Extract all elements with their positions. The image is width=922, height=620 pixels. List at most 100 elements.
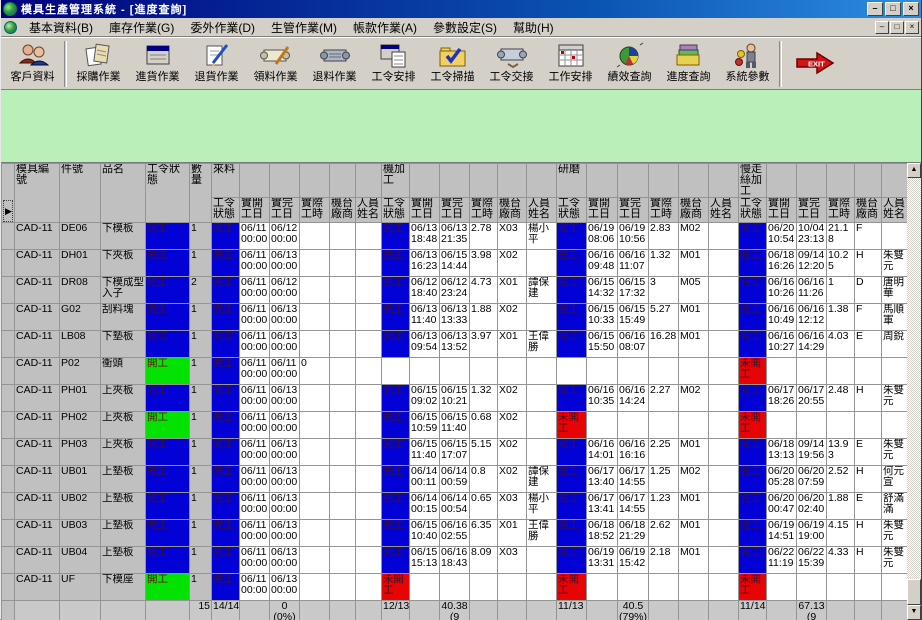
stage0-status-cell: 完工	[212, 358, 240, 385]
qty-cell: 1	[190, 385, 212, 412]
qty-cell: 1	[190, 412, 212, 439]
toolbar-button-progress-query[interactable]: 進度查詢	[659, 38, 718, 84]
stage3-machine-cell: F	[855, 304, 882, 331]
toolbar-button-workorder-handover[interactable]: 工令交接	[482, 38, 541, 84]
stage3-machine-cell	[855, 412, 882, 439]
grid-row-UB04[interactable]: CAD-11UB04上墊板完工1完工06/11 00:0006/13 00:00…	[2, 547, 910, 574]
toolbar-button-system-params[interactable]: 系統參數	[718, 38, 777, 84]
column-header-fixed-4: 數量	[190, 164, 212, 223]
stage0-start-cell: 06/11 00:00	[240, 358, 270, 385]
toolbar-button-exit[interactable]: EXIT	[784, 38, 848, 76]
scroll-up-arrow[interactable]: ▲	[907, 163, 921, 178]
grid-row-UB03[interactable]: CAD-11UB03上墊板完工1完工06/11 00:0006/13 00:00…	[2, 520, 910, 547]
group-header-spacer	[498, 164, 527, 198]
workorder-status-cell: 完工	[146, 439, 190, 466]
menu-item-2[interactable]: 委外作業(D)	[182, 17, 263, 38]
stage1-end-cell: 06/13 13:33	[440, 304, 470, 331]
summary-spacer	[767, 601, 797, 620]
close-button[interactable]: ×	[903, 2, 919, 16]
stage2-machine-cell: M02	[679, 385, 709, 412]
grid-row-P02[interactable]: CAD-11P02衝頭開工1完工06/11 00:0006/11 00:000未…	[2, 358, 910, 385]
grid-row-DE06[interactable]: CAD-11DE06下模板完工1完工06/11 00:0006/12 00:00…	[2, 223, 910, 250]
stage2-hours-cell: 2.18	[649, 547, 679, 574]
toolbar-button-customer-data[interactable]: 客戶資料	[3, 38, 62, 84]
grid-row-PH01[interactable]: CAD-11PH01上夾板完工1完工06/11 00:0006/13 00:00…	[2, 385, 910, 412]
menu-item-3[interactable]: 生管作業(M)	[263, 17, 345, 38]
mdi-close-button[interactable]: ×	[905, 21, 919, 34]
sub-header-g3-2: 實完工日	[797, 198, 827, 223]
stage1-hours-cell	[470, 574, 498, 601]
menu-item-4[interactable]: 帳款作業(A)	[345, 17, 425, 38]
stage2-status-cell	[557, 358, 587, 385]
stage3-end-cell: 10/04 23:13	[797, 223, 827, 250]
stage2-end-cell: 06/19 15:42	[618, 547, 649, 574]
stage2-person-cell	[709, 520, 739, 547]
scroll-down-arrow[interactable]: ▼	[907, 605, 921, 620]
mold-no-cell: CAD-11	[15, 574, 60, 601]
stage3-person-cell: 周銳	[882, 331, 910, 358]
menu-item-6[interactable]: 幫助(H)	[505, 17, 562, 38]
stage0-start-cell: 06/11 00:00	[240, 493, 270, 520]
maximize-button[interactable]: □	[885, 2, 901, 16]
grid-row-PH02[interactable]: CAD-11PH02上夾板開工1完工06/11 00:0006/13 00:00…	[2, 412, 910, 439]
toolbar-button-performance-query[interactable]: 績效查詢	[600, 38, 659, 84]
stage0-status-cell: 完工	[212, 412, 240, 439]
customer-data-icon	[17, 41, 49, 71]
menu-item-1[interactable]: 庫存作業(G)	[101, 17, 182, 38]
summary-stage3-count: 11/14	[739, 601, 767, 620]
grid-row-UB01[interactable]: CAD-11UB01上墊板完工1完工06/11 00:0006/13 00:00…	[2, 466, 910, 493]
column-header-fixed-0: 模具編號	[15, 164, 60, 223]
stage3-end-cell	[797, 358, 827, 385]
stage3-person-cell: 朱雙元	[882, 547, 910, 574]
stage3-hours-cell: 1.38	[827, 304, 855, 331]
stage0-end-cell: 06/11 00:00	[270, 358, 300, 385]
stage2-hours-cell: 2.25	[649, 439, 679, 466]
stage1-end-cell	[440, 358, 470, 385]
minimize-button[interactable]: –	[867, 2, 883, 16]
workorder-status-cell: 完工	[146, 223, 190, 250]
stage3-person-cell	[882, 358, 910, 385]
toolbar-button-purchase-ops[interactable]: 採購作業	[69, 38, 128, 84]
stage2-end-cell: 06/18 21:29	[618, 520, 649, 547]
toolbar-button-material-return-ops[interactable]: 退料作業	[305, 38, 364, 84]
stage1-person-cell	[527, 574, 557, 601]
sub-header-g0-4: 機台廠商	[330, 198, 356, 223]
toolbar-button-receiving-ops[interactable]: 進貨作業	[128, 38, 187, 84]
toolbar-button-workorder-scan[interactable]: 工令掃描	[423, 38, 482, 84]
toolbar-button-goods-return-ops[interactable]: 退貨作業	[187, 38, 246, 84]
stage2-hours-cell: 2.62	[649, 520, 679, 547]
row-selector	[2, 439, 15, 466]
menu-item-0[interactable]: 基本資料(B)	[21, 17, 101, 38]
stage2-start-cell	[587, 358, 618, 385]
grid-row-G02[interactable]: CAD-11G02刮料塊完工1完工06/11 00:0006/13 00:00完…	[2, 304, 910, 331]
toolbar-button-workorder-arrange[interactable]: 工令安排	[364, 38, 423, 84]
column-header-fixed-1: 件號	[60, 164, 101, 223]
menu-item-5[interactable]: 參數設定(S)	[425, 17, 505, 38]
mold-no-cell: CAD-11	[15, 439, 60, 466]
application-window: 模具生產管理系統 - [進度查詢] – □ × 基本資料(B)庫存作業(G)委外…	[0, 0, 922, 620]
grid-row-UF[interactable]: CAD-11UF下模座開工1完工06/11 00:0006/13 00:00未開…	[2, 574, 910, 601]
group-header-0: 來料	[212, 164, 240, 198]
grid-row-DR08[interactable]: CAD-11DR08下模成型入子完工2完工06/11 00:0006/12 00…	[2, 277, 910, 304]
part-no-cell: P02	[60, 358, 101, 385]
grid-row-DH01[interactable]: CAD-11DH01下夾板完工1完工06/11 00:0006/13 00:00…	[2, 250, 910, 277]
grid-row-UB02[interactable]: CAD-11UB02上墊板完工1完工06/11 00:0006/13 00:00…	[2, 493, 910, 520]
scrollbar-thumb[interactable]	[907, 579, 921, 605]
part-name-cell: 上墊板	[101, 493, 146, 520]
toolbar-button-material-issue-ops[interactable]: 領料作業	[246, 38, 305, 84]
stage3-hours-cell	[827, 358, 855, 385]
stage2-end-cell: 06/15 17:32	[618, 277, 649, 304]
mdi-child-icon[interactable]	[4, 21, 17, 34]
toolbar-button-work-schedule[interactable]: 工作安排	[541, 38, 600, 84]
vertical-scrollbar[interactable]: ▲ ▼	[907, 163, 921, 620]
grid-row-LB08[interactable]: CAD-11LB08下墊板完工1完工06/11 00:0006/13 00:00…	[2, 331, 910, 358]
filter-panel: 訂單單號 訂單項 客戶編號 模具編號 件號 需求日期 工令條碼 ✓ 未結案 查詢…	[1, 90, 921, 163]
mdi-minimize-button[interactable]: –	[875, 21, 889, 34]
stage2-start-cell: 06/15 10:33	[587, 304, 618, 331]
mdi-restore-button[interactable]: □	[890, 21, 904, 34]
stage3-start-cell: 06/16 10:27	[767, 331, 797, 358]
stage3-start-cell: 06/20 00:47	[767, 493, 797, 520]
stage3-start-cell	[767, 358, 797, 385]
grid-row-PH03[interactable]: CAD-11PH03上夾板完工1完工06/11 00:0006/13 00:00…	[2, 439, 910, 466]
stage1-hours-cell: 8.09	[470, 547, 498, 574]
